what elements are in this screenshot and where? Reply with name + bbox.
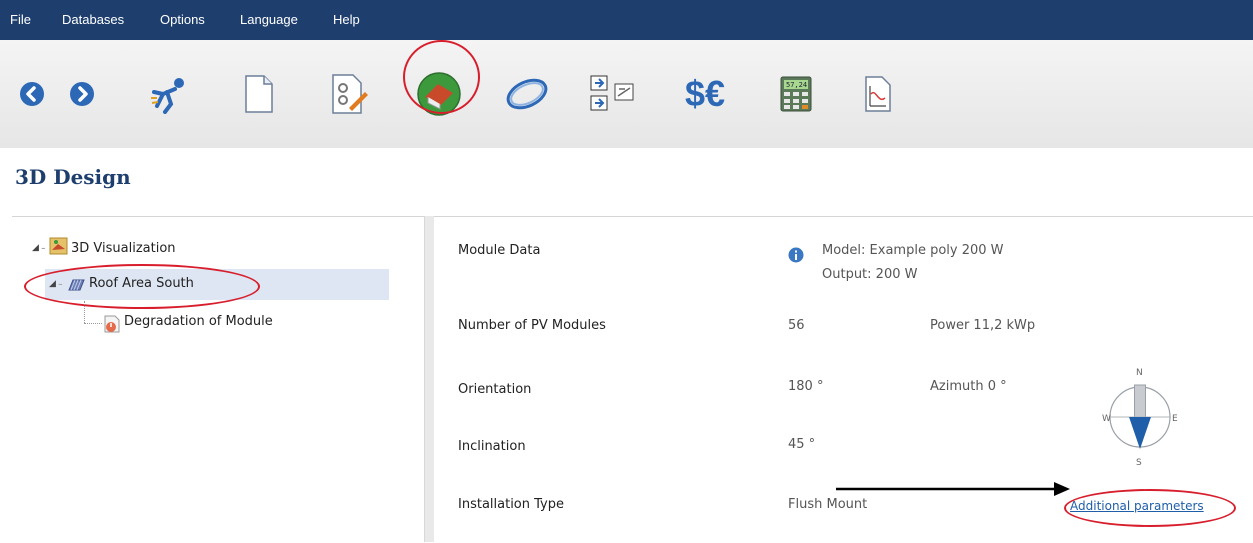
compass-north: N xyxy=(1136,368,1143,378)
inclination-label: Inclination xyxy=(458,439,526,454)
menu-bar: File Databases Options Language Help xyxy=(0,0,1253,40)
info-icon[interactable] xyxy=(788,247,804,267)
solar-panel-icon xyxy=(67,278,85,296)
menu-options[interactable]: Options xyxy=(160,12,205,27)
3d-house-globe-icon[interactable] xyxy=(412,40,466,148)
azimuth-text: Azimuth 0 ° xyxy=(930,379,1007,394)
svg-text:57,24: 57,24 xyxy=(786,81,807,89)
back-arrow-icon[interactable] xyxy=(14,40,50,148)
flow-diagram-icon[interactable] xyxy=(588,40,642,148)
degradation-icon xyxy=(102,314,122,338)
details-panel: Module Data Model: Example poly 200 W Ou… xyxy=(434,216,1253,543)
model-text: Model: Example poly 200 W xyxy=(822,243,1004,258)
toolbar: $€ 57,24 xyxy=(0,40,1253,148)
pv-modules-label: Number of PV Modules xyxy=(458,318,606,333)
3d-visualization-icon xyxy=(49,236,69,260)
running-figure-icon[interactable] xyxy=(146,40,192,148)
tree-panel: ◢ - 3D Visualization ◢ - Roof Area South… xyxy=(12,216,424,543)
menu-language[interactable]: Language xyxy=(240,12,298,27)
menu-help[interactable]: Help xyxy=(333,12,360,27)
output-text: Output: 200 W xyxy=(822,267,918,282)
compass-icon: N S E W xyxy=(1102,368,1178,467)
module-data-label: Module Data xyxy=(458,243,541,258)
orbit-icon[interactable] xyxy=(502,40,552,148)
forward-arrow-icon[interactable] xyxy=(64,40,100,148)
document-edit-icon[interactable] xyxy=(326,40,374,148)
annotation-arrow-icon xyxy=(836,482,1070,496)
menu-file[interactable]: File xyxy=(10,12,31,27)
orientation-label: Orientation xyxy=(458,382,532,397)
compass-east: E xyxy=(1172,414,1178,424)
menu-databases[interactable]: Databases xyxy=(62,12,124,27)
page-title: 3D Design xyxy=(15,165,131,189)
blank-document-icon[interactable] xyxy=(238,40,280,148)
installation-type-label: Installation Type xyxy=(458,497,564,512)
additional-parameters-link[interactable]: Additional parameters xyxy=(1070,499,1204,513)
calculator-icon[interactable]: 57,24 xyxy=(776,40,816,148)
pv-modules-value: 56 xyxy=(788,318,805,333)
compass-west: W xyxy=(1102,414,1111,424)
tree-item-3d-visualization[interactable]: 3D Visualization xyxy=(71,241,176,256)
installation-type-value: Flush Mount xyxy=(788,497,868,512)
compass-south: S xyxy=(1136,458,1142,467)
currency-icon[interactable]: $€ xyxy=(672,40,738,148)
power-text: Power 11,2 kWp xyxy=(930,318,1036,333)
chart-document-icon[interactable] xyxy=(858,40,898,148)
tree-expander-icon[interactable]: ◢ xyxy=(32,243,39,253)
tree-expander-icon[interactable]: ◢ xyxy=(49,279,56,289)
tree-item-degradation-of-module[interactable]: Degradation of Module xyxy=(124,314,273,329)
tree-item-roof-area-south[interactable]: Roof Area South xyxy=(89,276,194,291)
inclination-value: 45 ° xyxy=(788,437,816,452)
orientation-value: 180 ° xyxy=(788,379,824,394)
